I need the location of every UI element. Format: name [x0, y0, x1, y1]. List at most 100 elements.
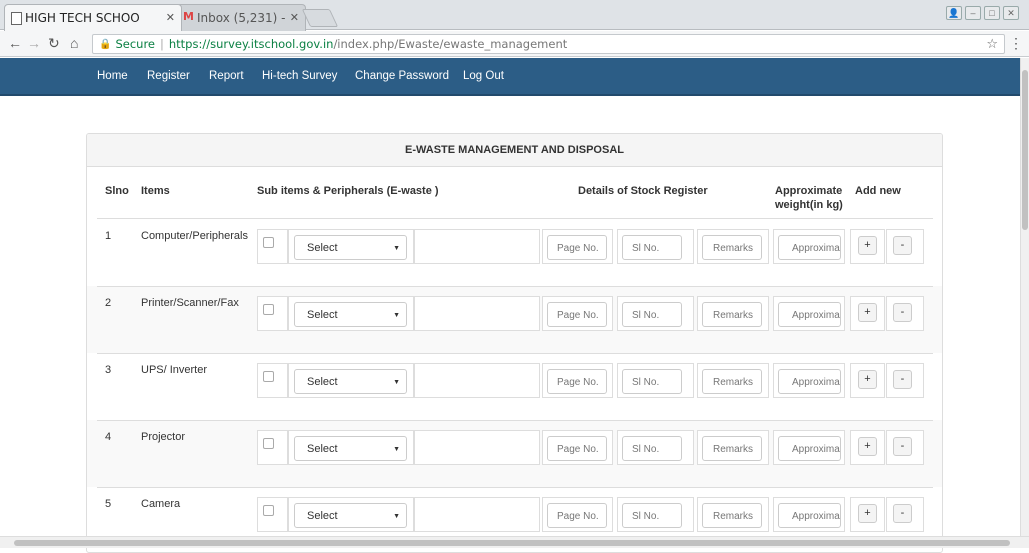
remarks-input[interactable]: Remarks — [702, 369, 762, 394]
sl-no-input[interactable]: Sl No. — [622, 503, 682, 528]
sl-no-input[interactable]: Sl No. — [622, 302, 682, 327]
remarks-input[interactable]: Remarks — [702, 302, 762, 327]
nav-home[interactable]: Home — [97, 70, 128, 82]
row-item-name: Projector — [141, 431, 185, 443]
sub-item-checkbox[interactable] — [263, 505, 274, 516]
browser-tab-gmail[interactable]: M Inbox (5,231) - thon ✕ — [176, 4, 306, 31]
page-no-input[interactable]: Page No. — [547, 436, 607, 461]
header-weight-2: weight(in kg) — [775, 199, 843, 211]
user-icon[interactable]: 👤 — [946, 6, 962, 20]
checkbox-cell — [257, 296, 288, 331]
approx-weight-input[interactable]: Approxima — [778, 436, 841, 461]
bookmark-star-icon[interactable]: ☆ — [986, 37, 998, 52]
sub-item-select[interactable]: Select ▼ — [294, 369, 407, 394]
close-tab-icon[interactable]: ✕ — [166, 11, 175, 24]
forward-arrow-icon[interactable]: → — [27, 35, 41, 51]
add-row-button[interactable]: + — [858, 504, 877, 523]
approx-weight-input[interactable]: Approxima — [778, 235, 841, 260]
add-row-button[interactable]: + — [858, 437, 877, 456]
select-value: Select — [307, 376, 338, 388]
vertical-scrollbar[interactable] — [1020, 58, 1029, 536]
address-bar: ← → ↻ ⌂ 🔒 Secure | https://survey.itscho… — [0, 31, 1029, 57]
sub-item-checkbox[interactable] — [263, 304, 274, 315]
browser-menu-icon[interactable]: ⋮ — [1009, 35, 1023, 52]
approx-weight-input[interactable]: Approxima — [778, 503, 841, 528]
add-row-button[interactable]: + — [858, 370, 877, 389]
minus-cell: - — [886, 363, 924, 398]
remove-row-button[interactable]: - — [893, 303, 912, 322]
nav-report[interactable]: Report — [209, 70, 244, 82]
gmail-icon: M — [183, 10, 194, 23]
sub-item-checkbox[interactable] — [263, 237, 274, 248]
sub-item-select[interactable]: Select ▼ — [294, 503, 407, 528]
back-arrow-icon[interactable]: ← — [8, 35, 22, 51]
header-add-new: Add new — [855, 185, 901, 197]
plus-cell: + — [850, 229, 885, 264]
nav-hitech-survey[interactable]: Hi-tech Survey — [262, 70, 337, 82]
remarks-input[interactable]: Remarks — [702, 436, 762, 461]
table-row: 1 Computer/Peripherals Select ▼ Page No.… — [87, 219, 943, 286]
home-icon[interactable]: ⌂ — [70, 35, 78, 51]
remarks-input[interactable]: Remarks — [702, 503, 762, 528]
sl-no-input[interactable]: Sl No. — [622, 436, 682, 461]
remarks-cell: Remarks — [697, 430, 769, 465]
page-no-input[interactable]: Page No. — [547, 369, 607, 394]
reload-icon[interactable]: ↻ — [48, 35, 60, 52]
approx-weight-input[interactable]: Approxima — [778, 302, 841, 327]
row-item-name: Printer/Scanner/Fax — [141, 297, 239, 309]
nav-logout[interactable]: Log Out — [463, 70, 504, 82]
close-tab-icon[interactable]: ✕ — [290, 11, 299, 24]
page-no-input[interactable]: Page No. — [547, 503, 607, 528]
chevron-down-icon: ▼ — [393, 513, 400, 520]
weight-cell: Approxima — [773, 229, 845, 264]
row-number: 1 — [105, 230, 111, 242]
add-row-button[interactable]: + — [858, 303, 877, 322]
close-window-icon[interactable]: ✕ — [1003, 6, 1019, 20]
minus-cell: - — [886, 430, 924, 465]
horizontal-scrollbar[interactable] — [0, 536, 1029, 548]
minus-cell: - — [886, 229, 924, 264]
add-row-button[interactable]: + — [858, 236, 877, 255]
page-no-input[interactable]: Page No. — [547, 235, 607, 260]
scroll-thumb[interactable] — [14, 540, 1010, 546]
weight-cell: Approxima — [773, 363, 845, 398]
remove-row-button[interactable]: - — [893, 236, 912, 255]
table-row: 2 Printer/Scanner/Fax Select ▼ Page No. … — [87, 286, 943, 353]
sl-no-input[interactable]: Sl No. — [622, 235, 682, 260]
sub-item-checkbox[interactable] — [263, 438, 274, 449]
header-slno: Slno — [105, 185, 129, 197]
table-row: 3 UPS/ Inverter Select ▼ Page No. Sl No.… — [87, 353, 943, 420]
sub-item-select[interactable]: Select ▼ — [294, 235, 407, 260]
minus-cell: - — [886, 497, 924, 532]
site-navbar: Home Register Report Hi-tech Survey Chan… — [0, 58, 1020, 96]
nav-change-password[interactable]: Change Password — [355, 70, 449, 82]
url-input[interactable]: 🔒 Secure | https://survey.itschool.gov.i… — [92, 34, 1005, 54]
sub-item-select[interactable]: Select ▼ — [294, 436, 407, 461]
slno-cell: Sl No. — [617, 296, 694, 331]
new-tab-button[interactable] — [302, 9, 338, 27]
remove-row-button[interactable]: - — [893, 437, 912, 456]
page-no-input[interactable]: Page No. — [547, 302, 607, 327]
approx-weight-input[interactable]: Approxima — [778, 369, 841, 394]
header-stock-register: Details of Stock Register — [578, 185, 708, 197]
scroll-thumb[interactable] — [1022, 70, 1028, 230]
checkbox-cell — [257, 229, 288, 264]
browser-tab-active[interactable]: HIGH TECH SCHOO ✕ — [4, 4, 182, 31]
row-item-name: UPS/ Inverter — [141, 364, 207, 376]
remove-row-button[interactable]: - — [893, 370, 912, 389]
remarks-input[interactable]: Remarks — [702, 235, 762, 260]
sl-no-input[interactable]: Sl No. — [622, 369, 682, 394]
row-number: 5 — [105, 498, 111, 510]
minimize-icon[interactable]: – — [965, 6, 981, 20]
remove-row-button[interactable]: - — [893, 504, 912, 523]
row-item-name: Computer/Peripherals — [141, 230, 248, 242]
select-value: Select — [307, 510, 338, 522]
sub-item-checkbox[interactable] — [263, 371, 274, 382]
sub-item-select[interactable]: Select ▼ — [294, 302, 407, 327]
chevron-down-icon: ▼ — [393, 446, 400, 453]
panel-title: E-WASTE MANAGEMENT AND DISPOSAL — [87, 134, 942, 167]
maximize-icon[interactable]: □ — [984, 6, 1000, 20]
select-cell: Select ▼ — [288, 296, 414, 331]
nav-register[interactable]: Register — [147, 70, 190, 82]
weight-cell: Approxima — [773, 497, 845, 532]
